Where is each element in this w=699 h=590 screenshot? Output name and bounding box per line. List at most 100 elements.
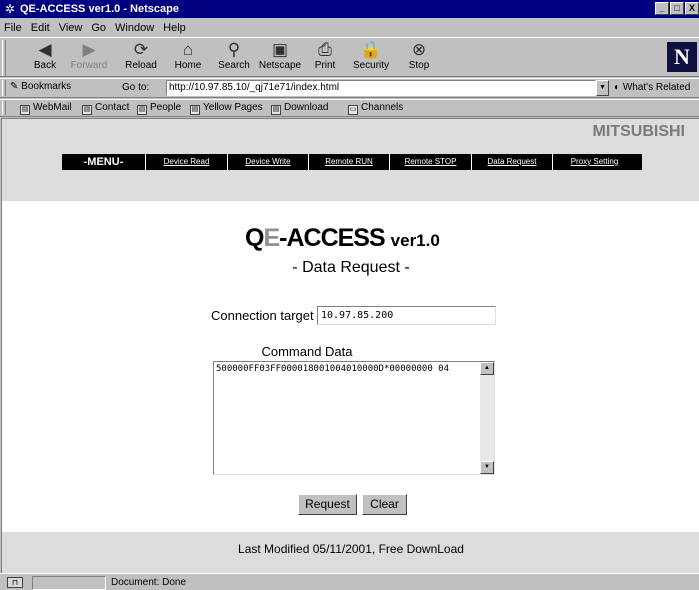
- security-label: Security: [352, 60, 390, 71]
- command-data-text: 500000FF03FF000018001004010000D*00000000…: [216, 364, 449, 374]
- forward-arrow-icon: ▶: [82, 40, 96, 59]
- location-grip[interactable]: [2, 80, 6, 96]
- channels-label: Channels: [361, 102, 404, 113]
- bookmark-page-icon: ▤: [137, 105, 147, 115]
- title-access: -ACCESS: [279, 224, 386, 252]
- forward-button[interactable]: ▶ Forward: [66, 40, 112, 76]
- title-q: Q: [245, 224, 264, 252]
- folder-icon: ▭: [348, 105, 358, 115]
- channels-link[interactable]: ▭ Channels: [348, 102, 403, 115]
- title-e: E: [263, 224, 280, 252]
- status-bar: ⊓ Document: Done: [0, 573, 699, 590]
- menu-remote-stop[interactable]: Remote STOP: [390, 154, 472, 170]
- menu-edit[interactable]: Edit: [31, 22, 50, 34]
- footer-text: Last Modified 05/11/2001, Free DownLoad: [238, 542, 464, 556]
- data-request-panel: QE-ACCESS ver1.0 - Data Request - Connect…: [2, 201, 699, 532]
- menu-bar: File Edit View Go Window Help: [0, 19, 699, 36]
- download-link[interactable]: ▤ Download: [271, 102, 328, 115]
- navigation-toolbar: ◀ Back ▶ Forward ⟳ Reload ⌂ Home ⚲ Searc…: [0, 37, 699, 77]
- reload-label: Reload: [125, 60, 157, 71]
- menu-label: -MENU-: [62, 154, 146, 170]
- home-button[interactable]: ⌂ Home: [165, 40, 211, 76]
- page-subtitle: - Data Request -: [292, 259, 410, 276]
- netscape-window-icon: ✲: [4, 2, 16, 16]
- contact-label: Contact: [95, 102, 130, 113]
- toolbar-grip[interactable]: [2, 40, 6, 76]
- page-content: MITSUBISHI -MENU- Device Read Device Wri…: [1, 118, 699, 573]
- back-label: Back: [33, 60, 57, 71]
- stop-icon: ⊗: [411, 40, 427, 59]
- menu-device-write[interactable]: Device Write: [228, 154, 309, 170]
- webmail-label: WebMail: [33, 102, 72, 113]
- print-label: Print: [314, 60, 336, 71]
- clear-button[interactable]: Clear: [362, 494, 407, 515]
- reload-button[interactable]: ⟳ Reload: [118, 40, 164, 76]
- webmail-link[interactable]: ▤ WebMail: [20, 102, 72, 115]
- connection-target-input[interactable]: 10.97.85.200: [317, 306, 496, 325]
- netscape-icon: ▣: [271, 40, 289, 59]
- whats-related-icon: ◐: [614, 82, 621, 93]
- download-label: Download: [284, 102, 329, 113]
- back-arrow-icon: ◀: [38, 40, 52, 59]
- window-controls: _ □ X: [654, 2, 699, 15]
- stop-button[interactable]: ⊗ Stop: [396, 40, 442, 76]
- goto-label: Go to:: [122, 82, 150, 93]
- command-data-textarea[interactable]: 500000FF03FF000018001004010000D*00000000…: [213, 361, 495, 475]
- security-status-icon[interactable]: ⊓: [7, 577, 23, 588]
- menu-window[interactable]: Window: [115, 22, 154, 34]
- menu-device-read[interactable]: Device Read: [146, 154, 228, 170]
- home-icon: ⌂: [182, 40, 194, 59]
- stop-label: Stop: [408, 60, 430, 71]
- bookmark-page-icon: ▤: [190, 105, 200, 115]
- security-lock-icon: 🔒: [360, 40, 382, 59]
- menu-proxy-setting[interactable]: Proxy Setting: [553, 154, 636, 170]
- request-button[interactable]: Request: [298, 494, 357, 515]
- contact-link[interactable]: ▤ Contact: [82, 102, 129, 115]
- back-button[interactable]: ◀ Back: [22, 40, 68, 76]
- scroll-up-icon[interactable]: ▲: [480, 362, 494, 375]
- whats-related-label: What's Related: [622, 82, 691, 93]
- textarea-scrollbar[interactable]: ▲ ▼: [480, 362, 494, 474]
- search-button[interactable]: ⚲ Search: [211, 40, 257, 76]
- print-icon: ⎙: [318, 40, 332, 59]
- command-data-label: Command Data: [261, 344, 353, 359]
- people-link[interactable]: ▤ People: [137, 102, 181, 115]
- bookmarks-label: Bookmarks: [21, 81, 72, 92]
- window-title: QE-ACCESS ver1.0 - Netscape: [20, 3, 179, 15]
- netscape-button[interactable]: ▣ Netscape: [257, 40, 303, 76]
- menu-help[interactable]: Help: [163, 22, 186, 34]
- connection-target-label: Connection target: [211, 308, 314, 323]
- bookmarks-button[interactable]: ✎ Bookmarks: [10, 81, 71, 92]
- window-title-bar: ✲ QE-ACCESS ver1.0 - Netscape _ □ X: [0, 0, 699, 18]
- search-label: Search: [218, 60, 250, 71]
- security-button[interactable]: 🔒 Security: [348, 40, 394, 76]
- yellow-pages-link[interactable]: ▤ Yellow Pages: [190, 102, 263, 115]
- yellow-pages-label: Yellow Pages: [203, 102, 263, 113]
- url-dropdown-icon[interactable]: ▼: [596, 80, 609, 96]
- netscape-logo[interactable]: N: [667, 42, 697, 72]
- status-progress-cell: [32, 576, 106, 590]
- minimize-button[interactable]: _: [655, 2, 669, 15]
- close-button[interactable]: X: [685, 2, 699, 15]
- reload-icon: ⟳: [133, 40, 149, 59]
- personal-toolbar: ▤ WebMail ▤ Contact ▤ People ▤ Yellow Pages …: [0, 99, 699, 117]
- people-label: People: [150, 102, 182, 113]
- bookmark-page-icon: ▤: [20, 105, 30, 115]
- status-message-cell: [106, 576, 686, 590]
- url-input[interactable]: http://10.97.85.10/_qj71e71/index.html: [166, 80, 596, 96]
- menu-file[interactable]: File: [4, 22, 22, 34]
- netscape-label: Netscape: [258, 60, 302, 71]
- site-menu: -MENU- Device Read Device Write Remote R…: [62, 154, 642, 170]
- menu-data-request[interactable]: Data Request: [472, 154, 553, 170]
- bookmark-page-icon: ▤: [271, 105, 281, 115]
- print-button[interactable]: ⎙ Print: [302, 40, 348, 76]
- menu-go[interactable]: Go: [91, 22, 106, 34]
- maximize-button[interactable]: □: [670, 2, 684, 15]
- scroll-down-icon[interactable]: ▼: [480, 461, 494, 474]
- location-toolbar: ✎ Bookmarks Go to: http://10.97.85.10/_q…: [0, 78, 699, 98]
- bookmarks-icon: ✎: [10, 81, 19, 92]
- menu-view[interactable]: View: [59, 22, 83, 34]
- menu-remote-run[interactable]: Remote RUN: [309, 154, 390, 170]
- personal-grip[interactable]: [2, 101, 6, 115]
- whats-related-button[interactable]: ◐ What's Related: [614, 82, 690, 93]
